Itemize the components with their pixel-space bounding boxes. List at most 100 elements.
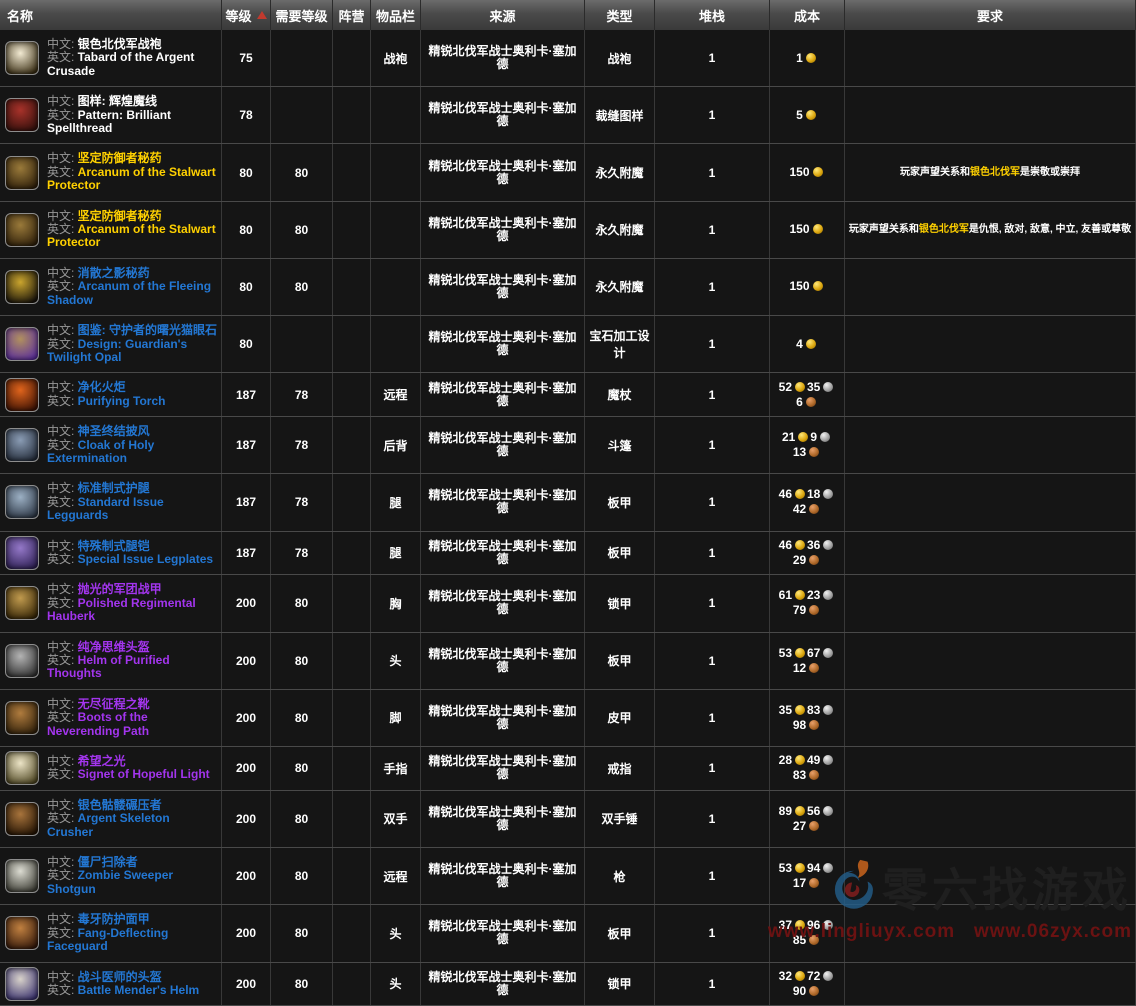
name-cell: 中文: 图样: 辉煌魔线英文: Pattern: Brilliant Spell… [0, 87, 222, 143]
tabard-icon[interactable] [5, 41, 39, 75]
source-npc-link[interactable]: 精锐北伐军战士奥利卡·塞加德 [423, 432, 582, 458]
col-header-source[interactable]: 来源 [421, 0, 585, 30]
item-name-cn[interactable]: 僵尸扫除者 [78, 855, 138, 869]
slot-cell: 远程 [371, 373, 421, 416]
copper-coin-icon [809, 504, 819, 514]
source-cell: 精锐北伐军战士奥利卡·塞加德 [421, 417, 585, 473]
source-npc-link[interactable]: 精锐北伐军战士奥利卡·塞加德 [423, 705, 582, 731]
item-name-cn[interactable]: 坚定防御者秘药 [78, 209, 162, 223]
item-name-en[interactable]: Special Issue Legplates [78, 552, 213, 566]
source-npc-link[interactable]: 精锐北伐军战士奥利卡·塞加德 [423, 382, 582, 408]
item-name-cn[interactable]: 特殊制式腿铠 [78, 539, 150, 553]
item-name-cn[interactable]: 希望之光 [78, 754, 126, 768]
level-cell: 200 [222, 747, 271, 790]
col-header-type[interactable]: 类型 [585, 0, 655, 30]
item-names: 中文: 希望之光英文: Signet of Hopeful Light [47, 749, 210, 788]
col-header-faction[interactable]: 阵营 [333, 0, 371, 30]
source-npc-link[interactable]: 精锐北伐军战士奥利卡·塞加德 [423, 648, 582, 674]
shadow-arcanum-icon[interactable] [5, 270, 39, 304]
name-cell: 中文: 抛光的军团战甲英文: Polished Regimental Haube… [0, 575, 222, 631]
arcanum-icon[interactable] [5, 156, 39, 190]
col-header-level[interactable]: 等级 [222, 0, 271, 30]
item-name-cn[interactable]: 战斗医师的头盔 [78, 970, 162, 984]
legguards-icon[interactable] [5, 485, 39, 519]
item-name-cn[interactable]: 银色骷髅碾压者 [78, 798, 162, 812]
cost-line-1: 4 [796, 337, 818, 352]
item-name-cn[interactable]: 纯净思维头盔 [78, 640, 150, 654]
source-npc-link[interactable]: 精锐北伐军战士奥利卡·塞加德 [423, 331, 582, 357]
requirement-cell [845, 259, 1136, 315]
item-name-en[interactable]: Battle Mender's Helm [78, 983, 200, 997]
col-header-req-level[interactable]: 需要等级 [271, 0, 333, 30]
item-name-en[interactable]: Purifying Torch [78, 394, 166, 408]
source-npc-link[interactable]: 精锐北伐军战士奥利卡·塞加德 [423, 160, 582, 186]
slot-cell [371, 202, 421, 258]
gold-coin-icon [795, 755, 805, 765]
item-name-cn[interactable]: 消散之影秘药 [78, 266, 150, 280]
torch-icon[interactable] [5, 378, 39, 412]
requirement-text: 玩家声望关系和银色北伐军是仇恨, 敌对, 敌意, 中立, 友善或尊敬 [849, 224, 1131, 236]
source-npc-link[interactable]: 精锐北伐军战士奥利卡·塞加德 [423, 489, 582, 515]
table-row: 中文: 图鉴: 守护者的曙光猫眼石英文: Design: Guardian's … [0, 316, 1136, 373]
arcanum-icon[interactable] [5, 213, 39, 247]
en-label: 英文: [47, 983, 78, 997]
source-npc-link[interactable]: 精锐北伐军战士奥利卡·塞加德 [423, 274, 582, 300]
col-header-requirement[interactable]: 要求 [845, 0, 1136, 30]
col-header-stack[interactable]: 堆栈 [655, 0, 770, 30]
hauberk-icon[interactable] [5, 586, 39, 620]
source-npc-link[interactable]: 精锐北伐军战士奥利卡·塞加德 [423, 971, 582, 997]
source-npc-link[interactable]: 精锐北伐军战士奥利卡·塞加德 [423, 102, 582, 128]
helm-icon[interactable] [5, 644, 39, 678]
pattern-icon[interactable] [5, 98, 39, 132]
item-name-cn[interactable]: 神圣终结披风 [78, 424, 150, 438]
ring-icon[interactable] [5, 751, 39, 785]
faction-reputation-link[interactable]: 银色北伐军 [919, 224, 969, 235]
item-name-cn[interactable]: 毒牙防护面甲 [78, 912, 150, 926]
mender-helm-icon[interactable] [5, 967, 39, 1001]
level-cell: 80 [222, 259, 271, 315]
cost-cell: 4 [770, 316, 845, 372]
mace-icon[interactable] [5, 802, 39, 836]
cost-line-1: 8956 [779, 804, 836, 819]
item-name-en[interactable]: Signet of Hopeful Light [78, 767, 210, 781]
col-header-name[interactable]: 名称 [0, 0, 222, 30]
faction-reputation-link[interactable]: 银色北伐军 [970, 167, 1020, 178]
item-name-cn[interactable]: 净化火炬 [78, 380, 126, 394]
item-name-cn[interactable]: 图样: 辉煌魔线 [78, 94, 157, 108]
name-cell: 中文: 战斗医师的头盔英文: Battle Mender's Helm [0, 963, 222, 1006]
legplates-icon[interactable] [5, 536, 39, 570]
requirement-pre: 玩家声望关系和 [849, 224, 919, 235]
item-name-cn[interactable]: 图鉴: 守护者的曙光猫眼石 [78, 323, 217, 337]
cost-cell: 150 [770, 259, 845, 315]
source-npc-link[interactable]: 精锐北伐军战士奥利卡·塞加德 [423, 920, 582, 946]
col-header-cost[interactable]: 成本 [770, 0, 845, 30]
silver-coin-icon [823, 755, 833, 765]
item-name-cn[interactable]: 银色北伐军战袍 [78, 37, 162, 51]
item-names: 中文: 银色骷髅碾压者英文: Argent Skeleton Crusher [47, 793, 217, 845]
source-npc-link[interactable]: 精锐北伐军战士奥利卡·塞加德 [423, 806, 582, 832]
copper-coin-icon [809, 935, 819, 945]
item-name-cn[interactable]: 坚定防御者秘药 [78, 151, 162, 165]
source-npc-link[interactable]: 精锐北伐军战士奥利卡·塞加德 [423, 540, 582, 566]
faceguard-icon[interactable] [5, 916, 39, 950]
level-cell: 187 [222, 417, 271, 473]
item-name-cn[interactable]: 抛光的军团战甲 [78, 582, 162, 596]
source-npc-link[interactable]: 精锐北伐军战士奥利卡·塞加德 [423, 45, 582, 71]
cost-line-1: 3583 [779, 703, 836, 718]
source-npc-link[interactable]: 精锐北伐军战士奥利卡·塞加德 [423, 217, 582, 243]
stack-cell: 1 [655, 633, 770, 689]
design-icon[interactable] [5, 327, 39, 361]
col-header-slot[interactable]: 物品栏 [371, 0, 421, 30]
cloak-icon[interactable] [5, 428, 39, 462]
source-npc-link[interactable]: 精锐北伐军战士奥利卡·塞加德 [423, 755, 582, 781]
shotgun-icon[interactable] [5, 859, 39, 893]
item-name-cn[interactable]: 无尽征程之靴 [78, 697, 150, 711]
source-npc-link[interactable]: 精锐北伐军战士奥利卡·塞加德 [423, 863, 582, 889]
cost-cell: 150 [770, 202, 845, 258]
type-cell: 永久附魔 [585, 259, 655, 315]
cn-label: 中文: [47, 912, 78, 926]
item-name-cn[interactable]: 标准制式护腿 [78, 481, 150, 495]
source-npc-link[interactable]: 精锐北伐军战士奥利卡·塞加德 [423, 590, 582, 616]
source-cell: 精锐北伐军战士奥利卡·塞加德 [421, 690, 585, 746]
boots-icon[interactable] [5, 701, 39, 735]
